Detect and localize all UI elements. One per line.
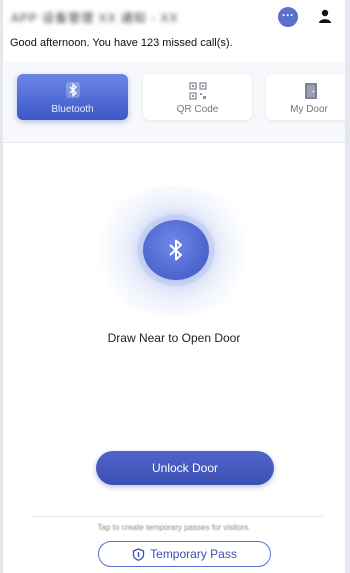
- greeting-text: Good afternoon. You have 123 missed call…: [10, 37, 233, 49]
- bluetooth-icon: [169, 239, 182, 261]
- proximity-prompt: Draw Near to Open Door: [107, 331, 241, 345]
- door-icon: [305, 83, 317, 99]
- app-screen: APP 设备管理 XX 通知 - XX ··· Good afternoon. …: [3, 0, 345, 573]
- bluetooth-icon: [65, 82, 80, 98]
- profile-icon[interactable]: [317, 8, 333, 24]
- tab-bar: Bluetooth QR Code My Door: [3, 62, 345, 143]
- temporary-pass-hint: Tap to create temporary passes for visit…: [97, 523, 251, 532]
- qr-code-icon: [188, 82, 207, 100]
- tab-my-door-label: My Door: [290, 104, 328, 115]
- tab-my-door[interactable]: My Door: [266, 74, 345, 120]
- bluetooth-unlock-circle[interactable]: [143, 220, 209, 280]
- tab-bluetooth[interactable]: Bluetooth: [17, 74, 128, 120]
- divider: [33, 516, 323, 517]
- header: APP 设备管理 XX 通知 - XX ··· Good afternoon. …: [3, 0, 345, 62]
- unlock-door-button[interactable]: Unlock Door: [96, 451, 274, 485]
- tab-qr-code-label: QR Code: [176, 104, 219, 115]
- temporary-pass-label: Temporary Pass: [150, 547, 237, 561]
- tab-bluetooth-label: Bluetooth: [51, 104, 94, 115]
- temporary-pass-button[interactable]: Temporary Pass: [98, 541, 271, 567]
- message-icon[interactable]: ···: [278, 7, 298, 27]
- tab-qr-code[interactable]: QR Code: [143, 74, 252, 120]
- right-edge: [345, 0, 350, 573]
- pass-icon: [132, 547, 145, 561]
- app-title: APP 设备管理 XX 通知 - XX: [11, 11, 179, 23]
